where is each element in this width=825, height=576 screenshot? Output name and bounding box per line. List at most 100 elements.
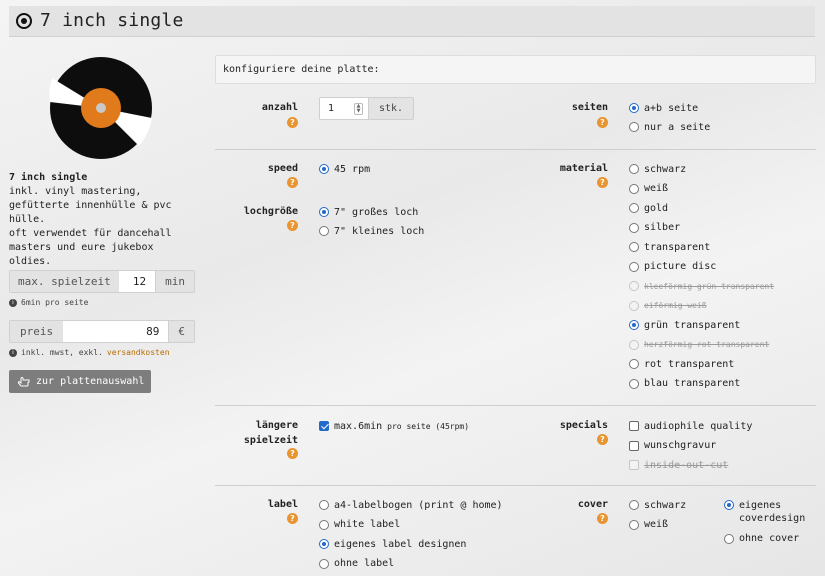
help-icon[interactable]: ? [287,448,298,459]
desc-line: gefütterte innenhülle & pvc [9,200,172,211]
option-label: audiophile quality [644,420,753,432]
desc-line: oft verwendet für dancehall [9,228,172,239]
specials-options: audiophile quality wunschgravur inside-o… [629,419,752,472]
radio-icon[interactable] [629,519,639,530]
option-label: eigenes label designen [334,538,467,550]
checkbox-icon[interactable] [629,440,639,451]
product-description: 7 inch single inkl. vinyl mastering, gef… [9,171,209,269]
price-note: i inkl. mwst, exkl. versandkosten [9,348,170,357]
radio-option[interactable]: transparent [629,240,774,254]
option-label: schwarz [644,499,687,511]
option-label: wunschgravur [644,440,717,451]
checkbox-option[interactable]: max.6min pro seite (45rpm) [319,419,469,433]
playtime-value: 12 [132,275,147,288]
radio-option[interactable]: eigenes label designen [319,537,503,551]
option-label: kleeförmig grün transparent [644,281,775,291]
radio-icon[interactable] [629,242,639,252]
info-icon: i [9,348,17,357]
page-title: 7 inch single [40,10,184,31]
playtime-note: i 6min pro seite [9,298,88,307]
checkbox-option[interactable]: audiophile quality [629,419,752,433]
radio-selected-icon[interactable] [629,103,639,113]
option-label: nur a seite [644,121,711,133]
radio-option-disabled: herzförmig rot transparent [629,338,774,352]
radio-option[interactable]: eigenes [724,498,805,512]
radio-option[interactable]: 45 rpm [319,162,370,176]
radio-selected-icon[interactable] [319,164,329,174]
checkbox-option[interactable]: wunschgravur [629,439,752,453]
help-icon[interactable]: ? [597,177,608,188]
radio-icon[interactable] [319,500,329,510]
radio-option[interactable]: picture disc [629,260,774,274]
help-icon[interactable]: ? [597,513,608,524]
radio-icon[interactable] [724,533,734,544]
material-label: material [559,163,608,174]
help-icon[interactable]: ? [597,434,608,445]
radio-option[interactable]: silber [629,221,774,235]
radio-icon[interactable] [319,226,329,236]
label-line: spielzeit [243,435,298,446]
radio-icon[interactable] [629,378,639,389]
radio-option[interactable]: schwarz [629,162,774,176]
radio-icon[interactable] [629,222,639,233]
quantity-value: 1 [328,103,335,114]
radio-selected-icon[interactable] [629,320,639,330]
help-icon[interactable]: ? [287,513,298,524]
radio-option[interactable]: weiß [629,182,774,196]
radio-selected-icon[interactable] [319,207,329,217]
radio-icon[interactable] [319,519,329,530]
checkbox-icon[interactable] [629,421,639,431]
seiten-label: seiten [571,102,608,113]
help-icon[interactable]: ? [287,220,298,231]
radio-option[interactable]: blau transparent [629,377,774,391]
radio-icon[interactable] [629,164,639,174]
back-to-records-button[interactable]: zur plattenauswahl [9,370,151,393]
radio-icon[interactable] [629,122,639,132]
radio-option[interactable]: a+b seite [629,101,710,115]
radio-option[interactable]: a4-labelbogen (print @ home) [319,498,503,512]
radio-selected-icon[interactable] [724,500,734,510]
radio-icon[interactable] [629,183,639,194]
material-options: schwarz weiß gold silber transparent pic… [629,162,774,391]
option-label: rot transparent [644,358,735,370]
option-label: gold [644,202,669,214]
radio-option[interactable]: white label [319,518,503,532]
radio-disabled-icon [629,339,639,350]
radio-option[interactable]: gold [629,201,774,215]
help-icon[interactable]: ? [287,177,298,188]
option-label: schwarz [644,163,687,175]
radio-option[interactable]: 7" kleines loch [319,224,424,238]
radio-icon[interactable] [319,558,329,569]
quantity-input[interactable]: 1 ▲ ▼ [319,97,369,120]
radio-option[interactable]: schwarz [629,498,686,512]
radio-icon[interactable] [629,500,639,510]
radio-option[interactable]: 7" großes loch [319,205,424,219]
quantity-stepper: 1 ▲ ▼ stk. [319,97,415,120]
specials-label: specials [559,420,608,431]
label-line: längere [255,420,298,431]
speed-options: 45 rpm [319,162,370,176]
radio-option[interactable]: grün transparent [629,318,774,332]
radio-option[interactable]: weiß [629,518,686,532]
radio-selected-icon[interactable] [319,539,329,549]
anzahl-label: anzahl [261,102,298,113]
help-icon[interactable]: ? [597,117,608,128]
spinner-icon[interactable]: ▲ ▼ [354,103,363,115]
product-name: 7 inch single [9,172,88,183]
radio-option[interactable]: nur a seite [629,120,710,134]
shipping-costs-link[interactable]: versandkosten [107,348,170,357]
radio-icon[interactable] [629,359,639,369]
radio-option[interactable]: rot transparent [629,357,774,371]
price-unit: € [168,321,194,342]
radio-icon[interactable] [629,203,639,213]
radio-option[interactable]: ohne label [319,557,503,571]
radio-option-disabled: eiförmig weiß [629,299,774,313]
option-label: eigenes [739,499,782,511]
radio-icon[interactable] [629,261,639,272]
cover-options-col1: schwarz weiß [629,498,686,532]
checkbox-checked-icon[interactable] [319,421,329,431]
help-icon[interactable]: ? [287,117,298,128]
price-label: preis [10,321,64,342]
hand-pointer-icon [18,376,30,386]
radio-option[interactable]: ohne cover [724,532,805,546]
